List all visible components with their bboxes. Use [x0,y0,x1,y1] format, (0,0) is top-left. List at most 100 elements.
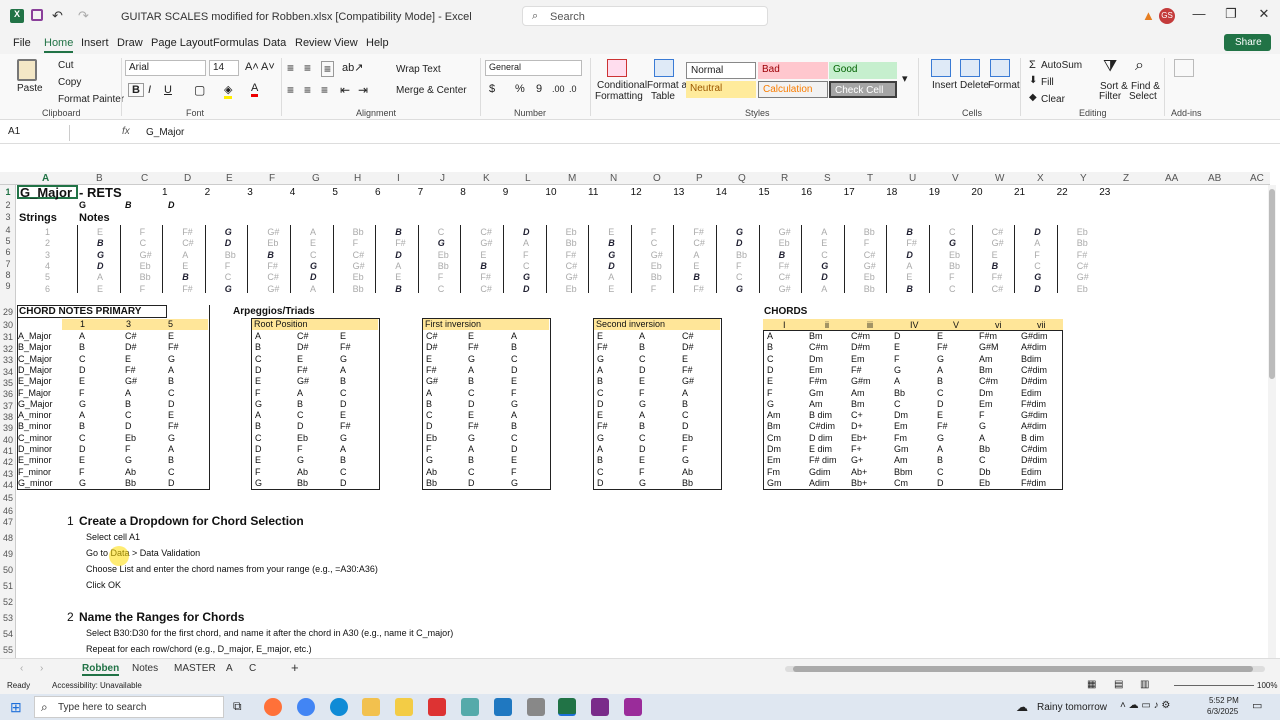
first-cell[interactable]: E [468,331,474,341]
column-header-aa[interactable]: AA [1165,173,1178,184]
clear-button[interactable]: Clear [1041,94,1065,105]
page-layout-view-icon[interactable]: ▤ [1114,679,1123,690]
chords-cell[interactable]: D dim [809,433,833,443]
app-icon[interactable] [461,698,479,716]
cell-row2[interactable]: D [168,200,175,210]
root-cell[interactable]: A [255,331,261,341]
minimize-button[interactable]: — [1185,6,1213,26]
row-header-55[interactable]: 55 [0,645,16,655]
fret-number[interactable]: 16 [801,187,812,198]
column-header-m[interactable]: M [568,173,576,184]
fret-note[interactable]: C [225,272,232,282]
chord-note-cell[interactable]: G# [125,376,137,386]
first-cell[interactable]: C [426,410,433,420]
menu-help[interactable]: Help [366,37,389,49]
row-header-4[interactable]: 4 [0,225,16,235]
fret-note[interactable]: G [608,250,615,260]
menu-page-layout[interactable]: Page Layout [151,37,213,49]
row-header-54[interactable]: 54 [0,629,16,639]
fret-note[interactable]: C# [693,238,705,248]
fret-note[interactable]: Eb [949,250,960,260]
app3-icon[interactable] [591,698,609,716]
increase-indent-icon[interactable]: ⇥ [358,83,368,97]
fret-note[interactable]: B [992,261,999,271]
warning-icon[interactable]: ▲ [1142,8,1155,23]
fret-number[interactable]: 23 [1099,187,1110,198]
chords-cell[interactable]: Fm [767,467,780,477]
fret-note[interactable]: C [1034,261,1041,271]
fret-note[interactable]: G [97,250,104,260]
styles-more-icon[interactable]: ▾ [902,72,908,85]
fret-note[interactable]: G# [353,261,365,271]
chords-cell[interactable]: Ab+ [851,467,867,477]
name-box[interactable]: A1 [4,125,70,141]
column-header-z[interactable]: Z [1123,173,1129,184]
chords-cell[interactable]: Em [979,399,993,409]
column-header-u[interactable]: U [909,173,916,184]
row-header-45[interactable]: 45 [0,493,16,503]
chords-cell[interactable]: F [767,388,773,398]
first-cell[interactable]: E [426,354,432,364]
row-header-44[interactable]: 44 [0,480,16,490]
second-cell[interactable]: Bb [682,478,693,488]
cell-row2[interactable]: B [125,200,132,210]
chord-note-cell[interactable]: E_Major [18,376,52,386]
currency-icon[interactable]: $ [489,83,495,95]
fret-note[interactable]: G# [779,227,791,237]
step1-line3[interactable]: Choose List and enter the chord names fr… [86,564,378,574]
clock-time[interactable]: 5:52 PM [1209,696,1239,705]
chord-note-cell[interactable]: D_Major [18,365,52,375]
fret-note[interactable]: Bb [736,250,747,260]
fret-note[interactable]: C# [1077,261,1089,271]
column-header-q[interactable]: Q [738,173,746,184]
first-cell[interactable]: D# [426,342,438,352]
chord-note-cell[interactable]: B_minor [18,421,52,431]
chords-cell[interactable]: F#dim [1021,478,1046,488]
root-cell[interactable]: C [297,410,304,420]
fret-number[interactable]: 19 [929,187,940,198]
fret-note[interactable]: C# [992,227,1004,237]
chord-note-cell[interactable]: A [168,444,174,454]
chords-cell[interactable]: D#m [851,342,870,352]
first-cell[interactable]: C [468,467,475,477]
undo-icon[interactable]: ↶ [52,8,63,24]
bold-button[interactable]: B [128,83,144,97]
fret-number[interactable]: 4 [290,187,296,198]
comma-icon[interactable]: 9 [536,83,542,95]
store-icon[interactable] [395,698,413,716]
root-cell[interactable]: F# [340,342,351,352]
chords-cell[interactable]: C [894,399,901,409]
chords-cell[interactable]: Dm [979,388,993,398]
column-header-i[interactable]: I [397,173,400,184]
align-top-icon[interactable]: ≡ [287,61,294,75]
fret-note[interactable]: E [182,261,188,271]
row-header-9[interactable]: 9 [0,281,16,291]
row-header-6[interactable]: 6 [0,247,16,257]
chords-cell[interactable]: B dim [809,410,832,420]
fret-note[interactable]: F# [992,272,1003,282]
conditional-formatting-button[interactable]: Conditional [597,80,647,91]
fret-note[interactable]: B [693,272,700,282]
chord-note-cell[interactable]: G [125,455,132,465]
second-cell[interactable]: C [639,433,646,443]
column-header-d[interactable]: D [184,173,191,184]
column-header-ab[interactable]: AB [1208,173,1221,184]
chords-cell[interactable]: F#dim [1021,399,1046,409]
chord-note-cell[interactable]: A_Major [18,331,52,341]
first-cell[interactable]: F [511,467,517,477]
first-cell[interactable]: E [468,410,474,420]
first-cell[interactable]: C [511,354,518,364]
fret-note[interactable]: G [523,272,530,282]
chords-cell[interactable]: E [937,410,943,420]
fret-number[interactable]: 14 [716,187,727,198]
fret-note[interactable]: Eb [1077,284,1088,294]
chrome-icon[interactable] [297,698,315,716]
chords-cell[interactable]: B [937,376,943,386]
fret-note[interactable]: A [821,284,827,294]
chords-cell[interactable]: D#dim [1021,376,1047,386]
format-cells-icon[interactable] [990,59,1010,77]
first-cell[interactable]: A [511,410,517,420]
fret-note[interactable]: A [608,272,614,282]
chords-cell[interactable]: D+ [851,421,863,431]
tab-master[interactable]: MASTER [174,663,216,674]
